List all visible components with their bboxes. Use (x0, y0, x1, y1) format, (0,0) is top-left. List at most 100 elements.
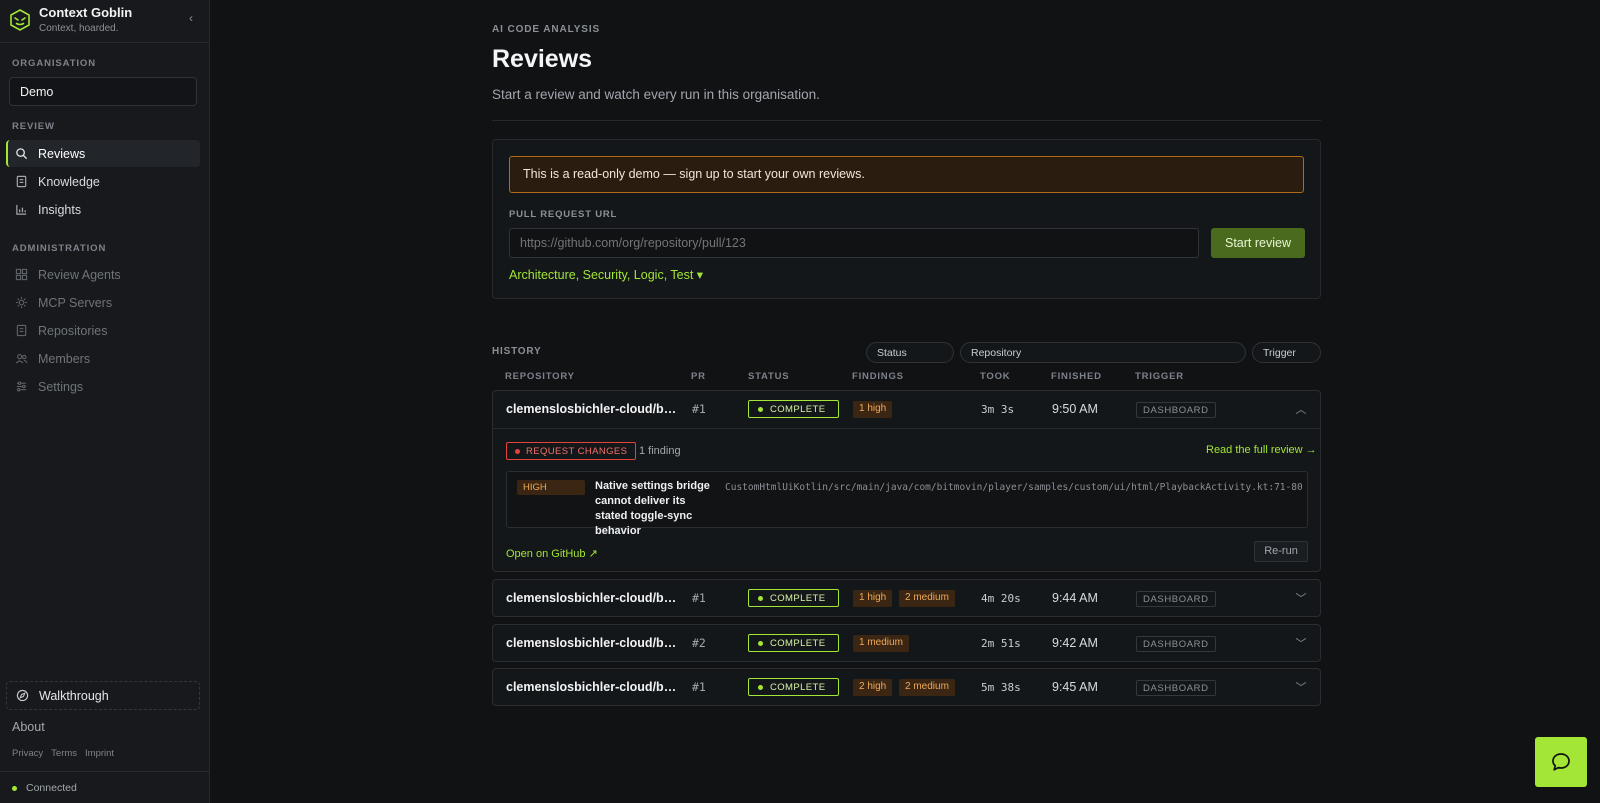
table-row[interactable]: clemenslosbichler-cloud/bitmovin-player-… (492, 390, 1321, 572)
column-header-finished: FINISHED (1051, 371, 1102, 382)
row-pr: #1 (692, 591, 706, 605)
walkthrough-label: Walkthrough (39, 688, 109, 703)
connected-dot-icon (12, 786, 17, 791)
row-divider (493, 428, 1320, 429)
chat-bubble-icon (1552, 753, 1570, 771)
verdict-badge: REQUEST CHANGES (506, 442, 637, 460)
pull-request-url-label: PULL REQUEST URL (509, 209, 618, 220)
sidebar-item-settings[interactable]: Settings (6, 373, 200, 400)
row-repository: clemenslosbichler-cloud/bitmovin-player-… (506, 680, 678, 694)
findings-medium-pill: 2 medium (899, 679, 955, 696)
compass-icon (16, 689, 29, 702)
search-icon (15, 147, 28, 160)
connection-status: Connected (26, 782, 77, 794)
column-header-took: TOOK (980, 371, 1011, 382)
collapse-sidebar-icon[interactable]: ‹ (184, 11, 198, 27)
findings-medium-pill: 1 medium (853, 635, 909, 652)
sidebar-item-mcp-servers[interactable]: MCP Servers (6, 289, 200, 316)
server-icon (15, 296, 28, 309)
row-took: 4m 20s (981, 591, 1021, 605)
repository-filter[interactable]: Repository (960, 342, 1246, 363)
trigger-badge: DASHBOARD (1136, 591, 1216, 607)
chart-icon (15, 203, 28, 216)
row-took: 2m 51s (981, 636, 1021, 650)
status-filter[interactable]: Status (866, 342, 954, 363)
walkthrough-button[interactable]: Walkthrough (6, 681, 200, 710)
brand-header: Context Goblin Context, hoarded. ‹ (0, 0, 209, 43)
organisation-select[interactable]: Demo (9, 77, 197, 106)
sidebar-item-review-agents[interactable]: Review Agents (6, 261, 200, 288)
finding-card[interactable]: HIGH Native settings bridge cannot deliv… (506, 471, 1308, 537)
trigger-badge: DASHBOARD (1136, 636, 1216, 652)
imprint-link[interactable]: Imprint (85, 748, 114, 759)
privacy-link[interactable]: Privacy (12, 748, 43, 759)
chevron-down-icon[interactable]: ﹀ (1294, 590, 1308, 606)
sidebar-item-label: Repositories (38, 323, 108, 338)
table-row[interactable]: clemenslosbichler-cloud/bitmovin-player-… (492, 668, 1321, 706)
status-badge: COMPLETE (748, 400, 839, 418)
sidebar-item-insights[interactable]: Insights (6, 196, 200, 223)
status-badge: COMPLETE (748, 589, 839, 607)
row-pr: #1 (692, 402, 706, 416)
column-header-repository: REPOSITORY (505, 371, 575, 382)
column-header-findings: FINDINGS (852, 371, 904, 382)
review-agents-dropdown[interactable]: Architecture, Security, Logic, Test ▾ (509, 267, 703, 282)
finding-count: 1 finding (639, 445, 681, 457)
page-title: Reviews (492, 45, 593, 73)
row-repository: clemenslosbichler-cloud/bitmovin-player-… (506, 402, 678, 416)
finding-title: Native settings bridge cannot deliver it… (595, 480, 710, 537)
read-full-review-link[interactable]: Read the full review → (1206, 444, 1317, 456)
chevron-down-icon[interactable]: ﹀ (1294, 635, 1308, 651)
start-review-card: This is a read-only demo — sign up to st… (492, 139, 1321, 299)
row-finished: 9:42 AM (1052, 636, 1098, 650)
row-repository: clemenslosbichler-cloud/bitmovin-player-… (506, 636, 678, 650)
open-on-github-link[interactable]: Open on GitHub ↗ (506, 547, 598, 560)
brand-name: Context Goblin (39, 5, 133, 20)
sidebar-item-repositories[interactable]: Repositories (6, 317, 200, 344)
grid-icon (15, 268, 28, 281)
row-finished: 9:50 AM (1052, 402, 1098, 416)
sidebar-item-members[interactable]: Members (6, 345, 200, 372)
repo-icon (15, 324, 28, 337)
legal-links: Privacy Terms Imprint (12, 748, 114, 759)
row-pr: #1 (692, 680, 706, 694)
finding-file-path: CustomHtmlUiKotlin/src/main/java/com/bit… (725, 482, 1303, 493)
rerun-button[interactable]: Re-run (1254, 541, 1308, 562)
start-review-button[interactable]: Start review (1211, 228, 1305, 258)
trigger-filter[interactable]: Trigger (1252, 342, 1321, 363)
chevron-down-icon[interactable]: ﹀ (1294, 679, 1308, 695)
findings-medium-pill: 2 medium (899, 590, 955, 607)
terms-link[interactable]: Terms (51, 748, 77, 759)
connection-status-bar: Connected (0, 771, 209, 803)
sidebar-item-label: Knowledge (38, 174, 100, 189)
sliders-icon (15, 380, 28, 393)
table-row[interactable]: clemenslosbichler-cloud/bitmovin-player-… (492, 579, 1321, 617)
trigger-badge: DASHBOARD (1136, 402, 1216, 418)
sidebar-item-reviews[interactable]: Reviews (6, 140, 200, 167)
column-header-trigger: TRIGGER (1135, 371, 1184, 382)
pull-request-url-input[interactable] (509, 228, 1199, 258)
sidebar-item-knowledge[interactable]: Knowledge (6, 168, 200, 195)
about-link[interactable]: About (12, 720, 45, 734)
status-badge: COMPLETE (748, 678, 839, 696)
row-took: 3m 3s (981, 402, 1015, 416)
org-section-label: ORGANISATION (12, 58, 96, 69)
trigger-badge: DASHBOARD (1136, 680, 1216, 696)
findings-high-pill: 2 high (853, 679, 893, 696)
page-eyebrow: AI CODE ANALYSIS (492, 24, 601, 35)
sidebar-item-label: Review Agents (38, 267, 121, 282)
row-took: 5m 38s (981, 680, 1021, 694)
chevron-up-icon[interactable]: ︿ (1294, 401, 1308, 417)
row-pr: #2 (692, 636, 706, 650)
status-badge: COMPLETE (748, 634, 839, 652)
table-row[interactable]: clemenslosbichler-cloud/bitmovin-player-… (492, 624, 1321, 662)
chat-button[interactable] (1535, 737, 1587, 787)
column-header-pr: PR (691, 371, 706, 382)
sidebar-item-label: Members (38, 351, 91, 366)
findings-high-pill: 1 high (853, 590, 893, 607)
sidebar-item-label: Reviews (38, 146, 86, 161)
page-subtitle: Start a review and watch every run in th… (492, 87, 820, 102)
history-label: HISTORY (492, 346, 542, 357)
row-finished: 9:44 AM (1052, 591, 1098, 605)
column-header-status: STATUS (748, 371, 790, 382)
